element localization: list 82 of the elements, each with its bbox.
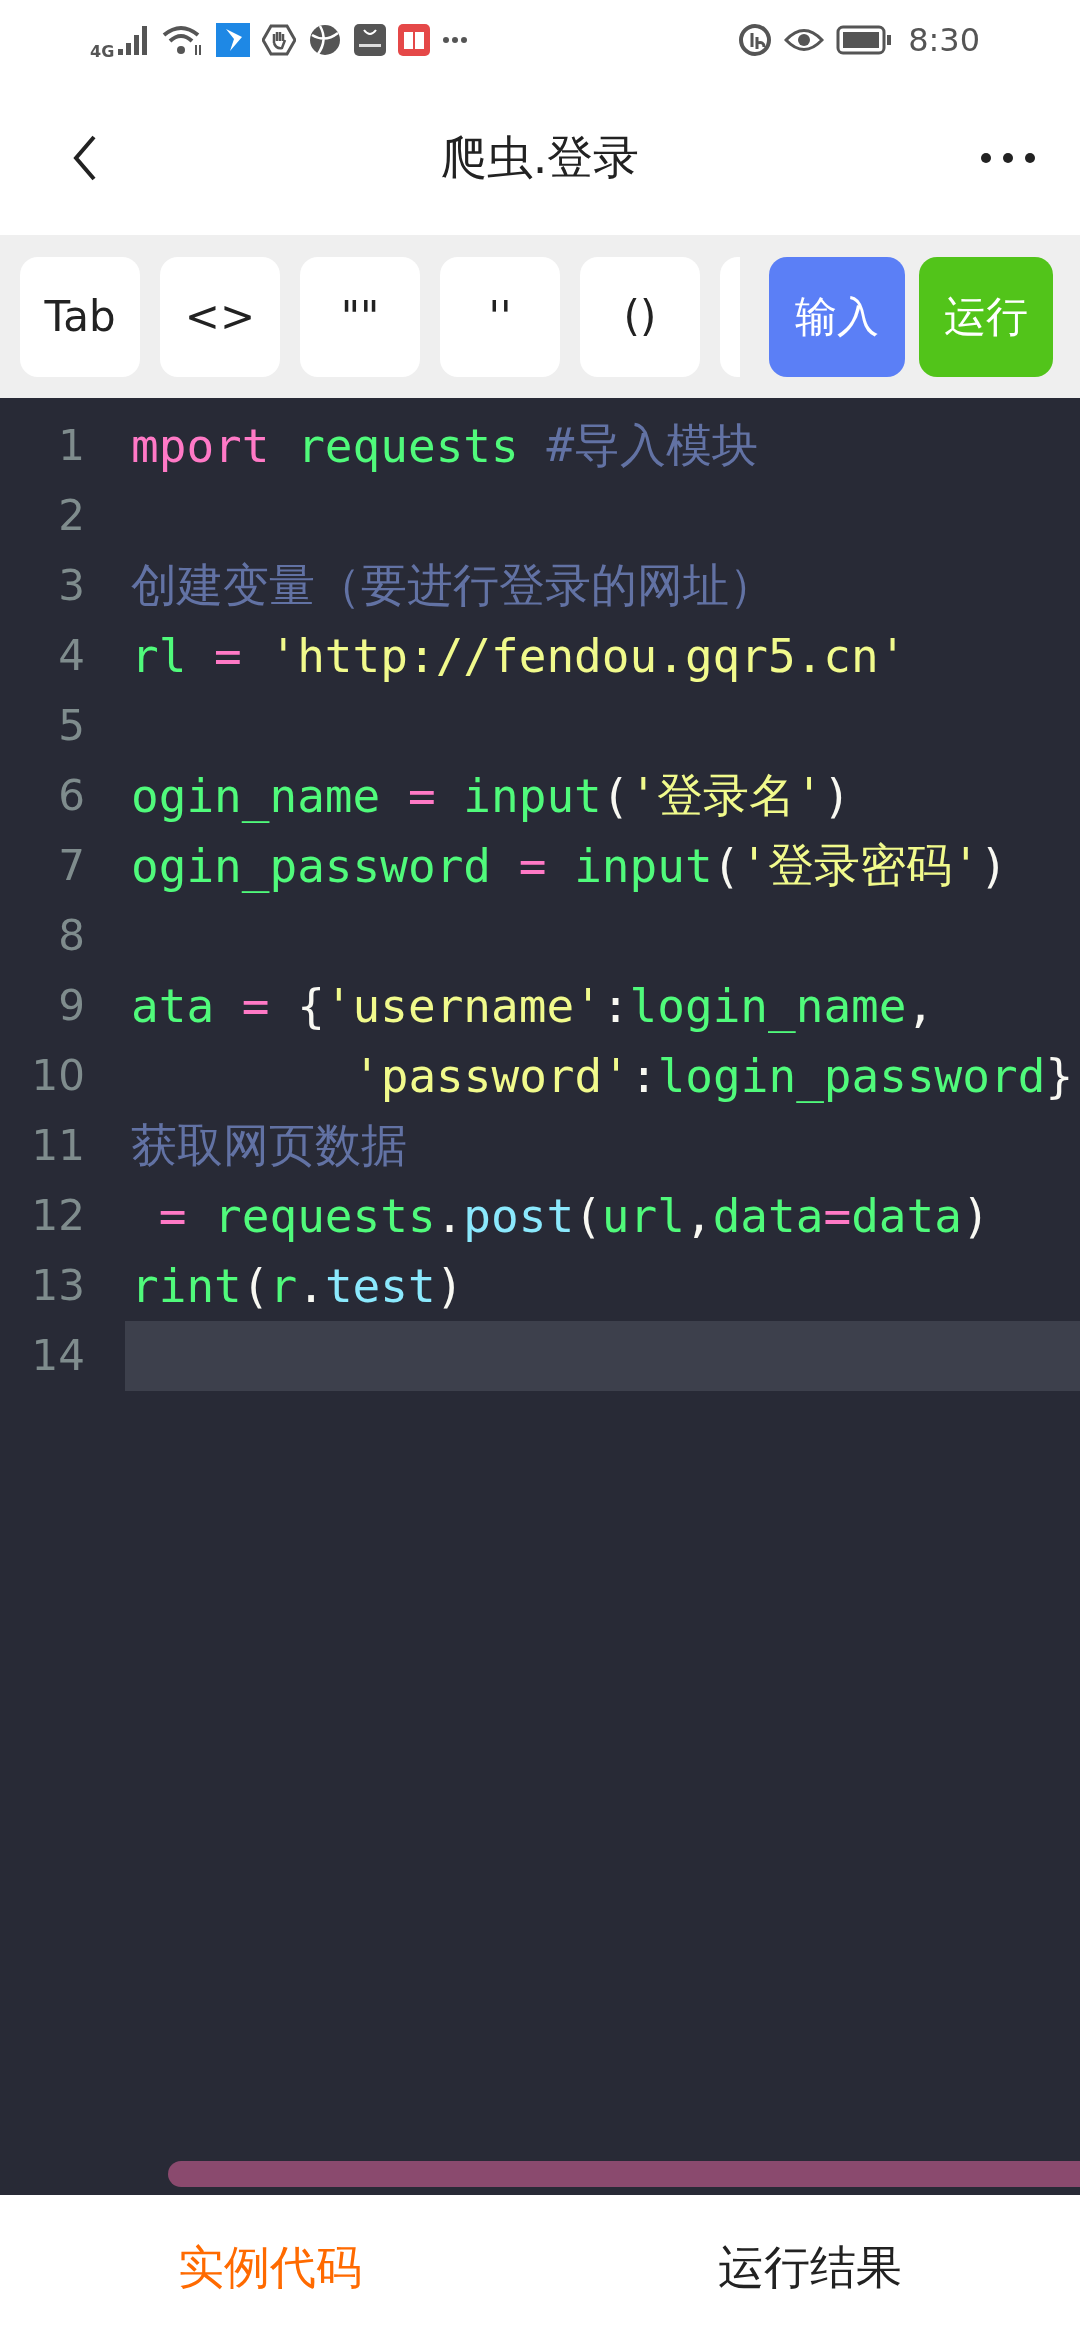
code-token: = [406, 769, 437, 823]
code-token: . [435, 1189, 464, 1243]
code-token: rl [131, 629, 187, 683]
code-token: = [240, 979, 271, 1033]
line-number: 10 [30, 1050, 85, 1102]
more-icon[interactable] [980, 151, 1036, 164]
code-token: ( [601, 769, 630, 823]
line-number: 9 [57, 980, 85, 1032]
key-button[interactable]: Tab [20, 256, 140, 377]
line-number: 1 [57, 420, 85, 472]
line-number: 5 [57, 700, 85, 752]
app-icon [216, 23, 251, 57]
code-token: ( [241, 1259, 270, 1313]
code-token: ( [574, 1189, 602, 1243]
code-token: } [1045, 1049, 1074, 1103]
code-token: ogin_password [131, 839, 492, 893]
eye-icon [784, 27, 825, 53]
code-token: post [463, 1189, 575, 1243]
code-token: ) [961, 1189, 990, 1243]
code-token: : [601, 979, 630, 1033]
hand-icon [262, 23, 297, 57]
line-number: 6 [57, 770, 85, 822]
code-token: = [157, 1189, 188, 1243]
more-notifications-icon [442, 36, 469, 44]
code-token: ) [435, 1259, 464, 1313]
line-number: 7 [57, 840, 85, 892]
code-token: r [269, 1259, 298, 1313]
code-token: ogin_name [131, 769, 381, 823]
code-token: requests [296, 419, 519, 473]
line-number: 14 [30, 1330, 85, 1382]
code-token: url [601, 1189, 685, 1243]
code-token: 'username' [324, 979, 602, 1033]
code-token: { [297, 979, 325, 1033]
code-token: 创建变量（要进行登录的网址） [131, 557, 775, 614]
code-token: login_name [629, 979, 907, 1033]
code-token: ) [979, 839, 1008, 893]
bag-icon [354, 24, 387, 56]
network-type: 4G [90, 41, 115, 61]
code-token: = [213, 629, 243, 683]
line-number: 8 [57, 910, 85, 962]
code-token: : [629, 1049, 658, 1103]
input-button[interactable]: 输入 [769, 256, 905, 377]
line-number: 11 [30, 1120, 85, 1172]
code-token: login_password [657, 1049, 1046, 1103]
book-icon [398, 24, 431, 56]
code-token: 'password' [353, 1049, 630, 1103]
key-button[interactable]: '' [440, 256, 560, 377]
code-token: test [324, 1259, 436, 1313]
code-token: rint [131, 1259, 242, 1313]
code-token: ) [822, 769, 851, 823]
code-token: '登录密码' [740, 837, 980, 894]
code-token: 'http://fendou.gqr5.cn' [269, 629, 907, 683]
code-token: requests [214, 1189, 436, 1243]
code-token: 获取网页数据 [131, 1117, 407, 1174]
code-token: #导入模块 [545, 417, 759, 474]
line-number: 3 [57, 560, 85, 612]
code-token: '登录名' [629, 767, 823, 824]
code-token: = [823, 1189, 852, 1243]
key-button[interactable]: <> [160, 256, 280, 377]
code-token: ( [712, 839, 741, 893]
line-number: 13 [30, 1260, 85, 1312]
code-token: ata [131, 979, 215, 1033]
key-button[interactable]: "" [300, 256, 420, 377]
clock-time: 8:30 [908, 21, 980, 59]
code-token: data [851, 1189, 962, 1243]
scrollbar-thumb[interactable] [168, 2161, 1080, 2187]
key-button[interactable]: () [580, 256, 700, 377]
line-number: 2 [57, 490, 85, 542]
code-token: data [712, 1189, 824, 1243]
globe-icon [308, 23, 343, 57]
code-token: = [517, 839, 548, 893]
code-token: . [297, 1259, 325, 1313]
line-number: 4 [57, 630, 85, 682]
data-saver-icon [738, 23, 773, 57]
battery-icon [836, 25, 893, 55]
code-token: , [906, 979, 935, 1033]
code-token: input [574, 839, 713, 893]
page-title: 爬虫.登录 [440, 128, 640, 186]
line-number: 12 [30, 1190, 85, 1242]
code-token: , [684, 1189, 713, 1243]
code-token: mport [131, 419, 270, 473]
code-token: input [463, 769, 602, 823]
